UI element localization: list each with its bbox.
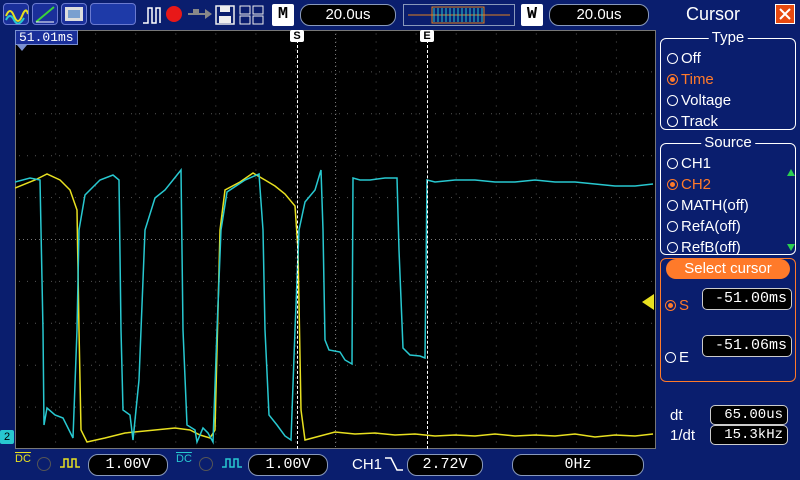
window-badge[interactable]: W [521, 4, 543, 26]
cursor-panel: Cursor Type Off Time Voltage Track Sourc… [642, 0, 800, 480]
window-timebase-readout[interactable]: 20.0us [549, 4, 649, 26]
scroll-up-icon[interactable] [787, 169, 795, 176]
type-option-time[interactable]: Time [667, 71, 714, 88]
usb-icon [187, 7, 213, 26]
radio-icon [665, 352, 676, 363]
inv-dt-label: 1/dt [670, 427, 696, 444]
trigger-source[interactable]: CH1 [352, 456, 382, 473]
ch1-probe-icon [59, 455, 83, 476]
ch2-scale[interactable]: 1.00V [248, 454, 328, 476]
falling-edge-icon [384, 455, 404, 478]
cursor-e-value[interactable]: -51.06ms [702, 335, 792, 357]
scroll-down-icon[interactable] [787, 244, 795, 251]
radio-icon [667, 200, 678, 211]
ch2-bw-icon [199, 457, 213, 471]
timebase-readout[interactable]: 20.0us [300, 4, 396, 26]
panel-title: Cursor [686, 4, 741, 24]
cursor-s-line[interactable] [297, 40, 298, 449]
type-group-title: Type [708, 29, 748, 46]
ch2-coupling[interactable]: DC [176, 454, 192, 465]
trigger-time-pointer [17, 45, 27, 51]
source-group-title: Source [701, 134, 755, 151]
type-group: Type Off Time Voltage Track [660, 29, 796, 130]
waveform-channel-icon[interactable] [3, 3, 29, 25]
source-option-refb[interactable]: RefB(off) [667, 239, 741, 256]
radio-icon [667, 116, 678, 127]
cursor-e-tag[interactable]: E [420, 30, 434, 42]
source-option-ch1[interactable]: CH1 [667, 155, 711, 172]
ch1-coupling[interactable]: DC [15, 454, 31, 465]
ground-marker[interactable]: 2 [0, 430, 14, 444]
bottom-status-bar: DC 1.00V DC 1.00V CH1 2.72V 0Hz [0, 449, 656, 480]
radio-icon [667, 221, 678, 232]
cursor-pointer-icon [642, 294, 654, 310]
trigger-pulse-icon[interactable] [141, 4, 163, 31]
inv-dt-value: 15.3kHz [710, 425, 788, 445]
save-icon[interactable] [215, 5, 235, 30]
select-cursor-title: Select cursor [666, 259, 790, 279]
ch1-scale[interactable]: 1.00V [88, 454, 168, 476]
run-stop-icon[interactable] [166, 6, 182, 22]
waveform-overview[interactable] [403, 4, 515, 26]
radio-icon [667, 53, 678, 64]
type-option-off[interactable]: Off [667, 50, 701, 67]
trigger-level[interactable]: 2.72V [407, 454, 483, 476]
type-option-track[interactable]: Track [667, 113, 718, 130]
dt-label: dt [670, 407, 683, 424]
dt-value: 65.00us [710, 405, 788, 425]
radio-icon [667, 95, 678, 106]
radio-icon [667, 158, 678, 169]
status-blank-box [90, 3, 136, 25]
ramp-icon[interactable] [32, 3, 58, 25]
cursor-s-value[interactable]: -51.00ms [702, 288, 792, 310]
top-toolbar: M 20.0us W 20.0us [0, 0, 656, 30]
source-option-ch2[interactable]: CH2 [667, 176, 711, 193]
radio-icon [667, 242, 678, 253]
source-option-math[interactable]: MATH(off) [667, 197, 749, 214]
cursor-e-option[interactable]: E [665, 349, 689, 366]
ch2-probe-icon [221, 455, 245, 476]
cursor-s-tag[interactable]: S [290, 30, 304, 42]
ch1-trace [15, 172, 654, 443]
cursor-s-option[interactable]: S [665, 297, 689, 314]
image-icon[interactable] [61, 3, 87, 25]
radio-selected-icon [665, 300, 676, 311]
ch2-trace [15, 167, 654, 445]
waveform-traces [15, 167, 654, 445]
trigger-time-marker[interactable]: 51.01ms [15, 30, 78, 45]
radio-selected-icon [667, 179, 678, 190]
waveform-screen[interactable]: 51.01ms S E [15, 30, 656, 449]
close-icon[interactable] [775, 4, 795, 24]
mode-badge[interactable]: M [272, 4, 294, 26]
ch1-bw-icon [37, 457, 51, 471]
frequency-readout: 0Hz [512, 454, 644, 476]
source-option-refa[interactable]: RefA(off) [667, 218, 741, 235]
left-strip [0, 30, 15, 449]
source-group: Source CH1 CH2 MATH(off) RefA(off) RefB(… [660, 134, 796, 256]
cursor-e-line[interactable] [427, 40, 428, 449]
type-option-voltage[interactable]: Voltage [667, 92, 731, 109]
select-cursor-group: Select cursor S -51.00ms E -51.06ms [660, 258, 796, 382]
radio-selected-icon [667, 74, 678, 85]
settings-grid-icon[interactable] [239, 5, 265, 30]
